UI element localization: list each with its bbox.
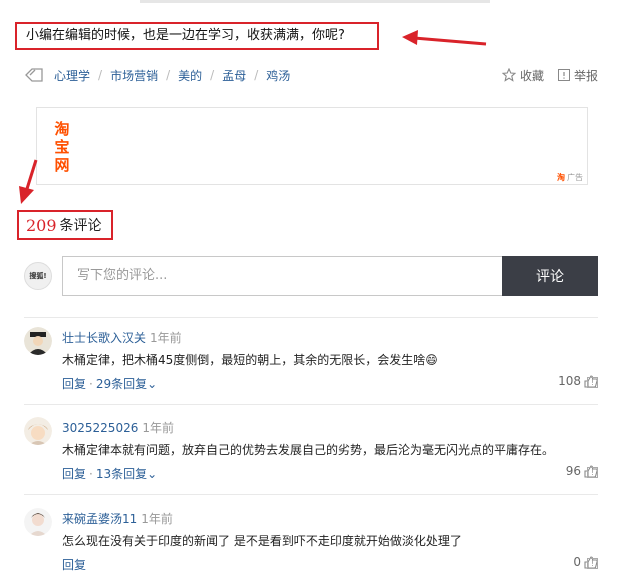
comment-actions: 回复 · 13条回复⌄ <box>62 465 157 482</box>
separator-dot: · <box>89 377 93 391</box>
ad-brand-mark: 淘 <box>557 173 565 182</box>
comment-time: 1年前 <box>150 331 182 345</box>
report-icon <box>557 69 570 81</box>
like-count: 0 <box>573 555 581 569</box>
taobao-logo-char: 网 <box>54 156 70 174</box>
comment-count: 209 条评论 <box>17 210 113 240</box>
ad-label-text: 广告 <box>567 173 583 182</box>
star-icon <box>501 68 516 82</box>
divider <box>24 317 598 318</box>
comment-text: 木桶定律，把木桶45度侧倒，最短的朝上，其余的无限长，会发生啥😄 <box>62 351 438 368</box>
taobao-logo-char: 宝 <box>54 138 70 156</box>
report-comment-button[interactable]: ! <box>587 377 598 388</box>
chevron-down-icon: ⌄ <box>147 377 158 391</box>
tag-icon <box>25 68 43 82</box>
replies-count-link[interactable]: 13条回复 <box>96 467 147 481</box>
comment-text: 木桶定律本就有问题，放弃自己的优势去发展自己的劣势，最后沦为毫无闪光点的平庸存在… <box>62 441 554 458</box>
comment-username[interactable]: 来碗孟婆汤11 <box>62 512 137 526</box>
comment-actions: 回复 · 29条回复⌄ <box>62 375 157 392</box>
reply-link[interactable]: 回复 <box>62 558 86 572</box>
taobao-logo: 淘 宝 网 <box>51 120 73 174</box>
replies-count-link[interactable]: 29条回复 <box>96 377 147 391</box>
favorite-label: 收藏 <box>519 68 544 83</box>
like-count: 108 <box>558 374 581 388</box>
tag-list: 心理学 / 市场营销 / 美的 / 孟母 / 鸡汤 <box>24 64 290 86</box>
submit-comment-button[interactable]: 评论 <box>502 256 598 296</box>
avatar-image <box>24 417 52 445</box>
reply-link[interactable]: 回复 <box>62 467 86 481</box>
comment-body: 怎么现在没有关于印度的新闻了 是不是看到吓不走印度就开始做淡化处理了 <box>62 534 462 548</box>
comment-user[interactable]: 壮士长歌入汉关 1年前 <box>62 329 182 346</box>
avatar-image <box>24 508 52 536</box>
divider <box>24 404 598 405</box>
tag-link[interactable]: 心理学 <box>54 67 90 84</box>
tag-separator: / <box>166 68 171 82</box>
avatar: 搜狐! <box>24 262 52 290</box>
reply-link[interactable]: 回复 <box>62 377 86 391</box>
comment-username[interactable]: 3025225026 <box>62 421 138 435</box>
ad-label: 淘 广告 <box>557 172 583 183</box>
tag-link[interactable]: 美的 <box>178 67 202 84</box>
annotation-arrow-down <box>19 159 38 204</box>
comment-body: 木桶定律，把木桶45度侧倒，最短的朝上，其余的无限长，会发生啥 <box>62 353 426 367</box>
like-count: 96 <box>565 464 581 478</box>
report-comment-button[interactable]: ! <box>587 558 598 569</box>
taobao-logo-char: 淘 <box>54 120 70 138</box>
article-closing-sentence: 小编在编辑的时候，也是一边在学习，收获满满，你呢? <box>15 22 379 50</box>
top-divider <box>140 0 490 3</box>
report-button[interactable]: 举报 <box>557 67 598 84</box>
comment-actions: 回复 <box>62 556 86 573</box>
comment-time: 1年前 <box>142 421 174 435</box>
comment-input[interactable]: 写下您的评论... <box>62 256 502 296</box>
comment-user[interactable]: 来碗孟婆汤11 1年前 <box>62 510 173 527</box>
divider <box>24 494 598 495</box>
comment-user[interactable]: 3025225026 1年前 <box>62 419 174 436</box>
avatar[interactable] <box>24 508 52 536</box>
comment-body: 木桶定律本就有问题，放弃自己的优势去发展自己的劣势，最后沦为毫无闪光点的平庸存在… <box>62 443 555 457</box>
tag-separator: / <box>98 68 103 82</box>
tag-link[interactable]: 市场营销 <box>110 67 158 84</box>
avatar-image <box>24 327 52 355</box>
favorite-button[interactable]: 收藏 <box>501 67 544 84</box>
comment-time: 1年前 <box>141 512 173 526</box>
report-comment-button[interactable]: ! <box>587 467 598 478</box>
avatar[interactable] <box>24 327 52 355</box>
report-label: 举报 <box>573 68 598 83</box>
separator-dot: · <box>89 467 93 481</box>
comment-count-label: 条评论 <box>59 218 102 234</box>
annotation-arrow-right <box>402 30 487 46</box>
comment-count-number: 209 <box>26 215 57 235</box>
tag-separator: / <box>254 68 259 82</box>
tag-link[interactable]: 鸡汤 <box>266 67 290 84</box>
article-actions: 收藏 举报 <box>488 64 598 86</box>
tag-separator: / <box>210 68 215 82</box>
comment-text: 怎么现在没有关于印度的新闻了 是不是看到吓不走印度就开始做淡化处理了 <box>62 532 462 549</box>
smile-emoji-icon: 😄 <box>425 353 438 367</box>
avatar[interactable] <box>24 417 52 445</box>
tag-link[interactable]: 孟母 <box>222 67 246 84</box>
chevron-down-icon: ⌄ <box>147 467 158 481</box>
comment-username[interactable]: 壮士长歌入汉关 <box>62 331 146 345</box>
taobao-ad[interactable]: 淘 宝 网 淘 广告 <box>36 107 588 185</box>
